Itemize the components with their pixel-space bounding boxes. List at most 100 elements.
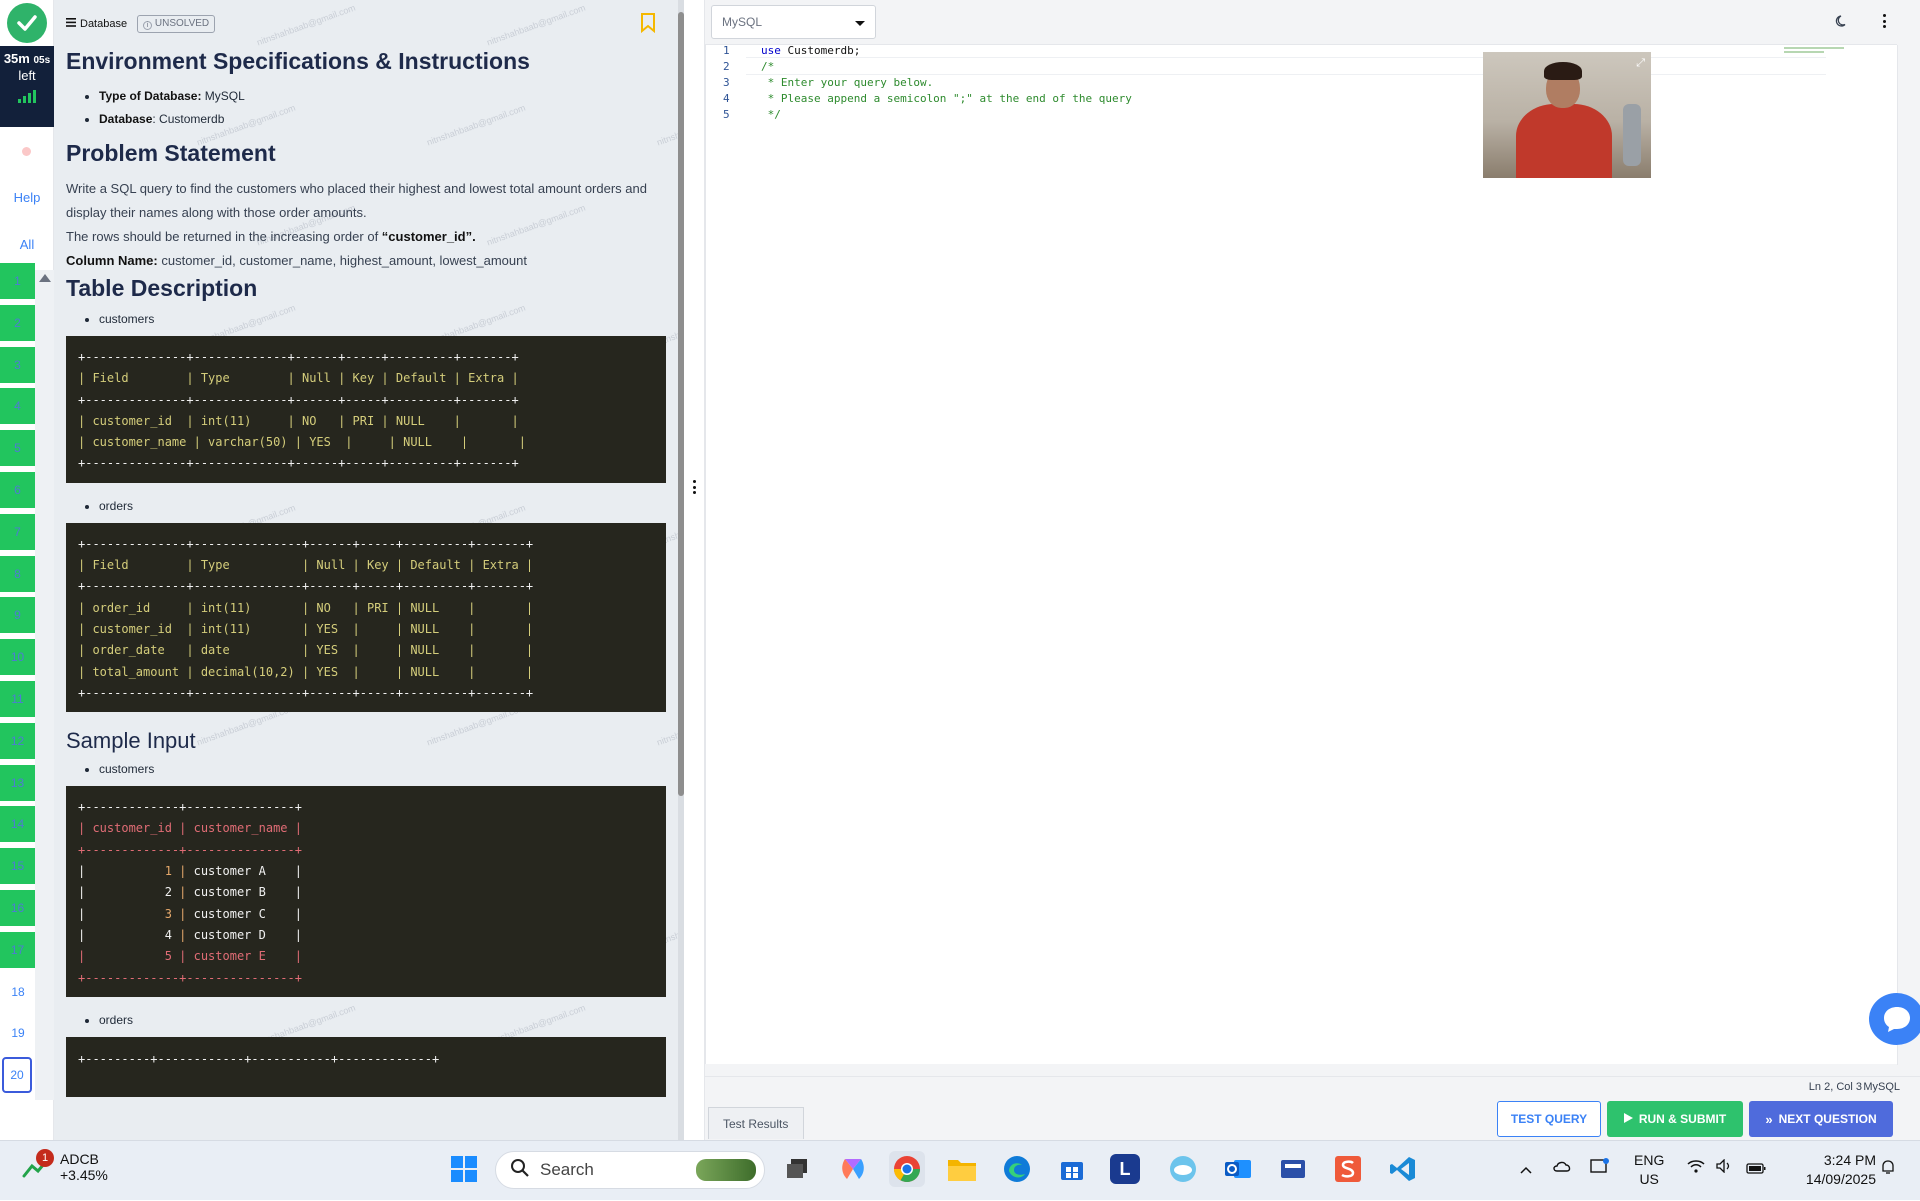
sample2-name: orders — [99, 1013, 666, 1027]
code-text: /* — [761, 60, 775, 73]
question-9-button[interactable]: 9 — [0, 597, 35, 634]
code-line[interactable]: 3 * Enter your query below. — [706, 75, 1898, 91]
edge-icon[interactable] — [999, 1151, 1035, 1187]
language-select[interactable]: MySQL — [711, 5, 876, 39]
panel-resize-handle[interactable] — [684, 0, 705, 1140]
question-2-button[interactable]: 2 — [0, 304, 35, 341]
question-8-button[interactable]: 8 — [0, 555, 35, 592]
cloud-app-icon[interactable] — [1165, 1151, 1201, 1187]
customers-schema-block: +--------------+-------------+------+---… — [66, 336, 666, 483]
question-12-button[interactable]: 12 — [0, 722, 35, 759]
category-label[interactable]: Database — [66, 18, 127, 30]
input-language[interactable]: ENG US — [1634, 1151, 1664, 1189]
onedrive-icon[interactable] — [1552, 1159, 1572, 1177]
taskbar-search[interactable]: Search — [495, 1151, 765, 1189]
outlook-icon[interactable] — [1220, 1151, 1256, 1187]
chrome-icon[interactable] — [889, 1151, 925, 1187]
question-4-button[interactable]: 4 — [0, 388, 35, 425]
copilot-icon[interactable] — [835, 1151, 871, 1187]
question-5-button[interactable]: 5 — [0, 430, 35, 467]
question-11-button[interactable]: 11 — [0, 681, 35, 717]
battery-icon[interactable] — [1746, 1161, 1766, 1179]
help-link[interactable]: Help — [0, 190, 54, 205]
question-7-button[interactable]: 7 — [0, 513, 35, 550]
sample-orders-border: +---------+------------+-----------+----… — [78, 1051, 440, 1066]
code-line[interactable]: 1 use Customerdb; — [706, 43, 1898, 59]
rail-scrollbar[interactable] — [35, 270, 54, 1100]
signal-bars-icon — [18, 89, 36, 103]
scanner-app-icon[interactable] — [1275, 1151, 1311, 1187]
stock-name: ADCB — [60, 1151, 99, 1167]
question-19-button[interactable]: 19 — [0, 1015, 36, 1051]
question-20-button[interactable]: 20 — [2, 1057, 32, 1094]
menu-icon — [66, 18, 76, 30]
line-number: 3 — [723, 76, 730, 89]
question-10-button[interactable]: 10 — [0, 639, 35, 676]
stock-widget[interactable]: 1 ADCB +3.45% — [22, 1149, 108, 1183]
store-icon[interactable] — [1054, 1151, 1090, 1187]
table2-name: orders — [99, 499, 666, 513]
taskbar-clock[interactable]: 3:24 PM 14/09/2025 — [1788, 1151, 1876, 1189]
question-1-button[interactable]: 1 — [0, 263, 35, 299]
test-query-button[interactable]: TEST QUERY — [1497, 1101, 1601, 1137]
table-desc-title: Table Description — [66, 275, 258, 301]
webcam-bottle — [1623, 104, 1641, 166]
problem-title: Problem Statement — [66, 140, 276, 166]
sample-border: +-------------+---------------+ — [78, 842, 302, 857]
code-text: * Enter your query below. — [761, 76, 934, 89]
drag-grip-icon[interactable] — [693, 480, 696, 494]
vscode-icon[interactable] — [1385, 1151, 1421, 1187]
schema-line: +--------------+-------------+------+---… — [78, 350, 519, 364]
more-options-icon[interactable] — [1883, 14, 1887, 28]
l-app-icon[interactable]: L — [1110, 1154, 1140, 1184]
dark-mode-moon-icon[interactable] — [1835, 14, 1849, 33]
sample-row: | 3 | customer C | — [78, 906, 302, 921]
notification-tray-icon[interactable] — [1590, 1157, 1610, 1180]
run-submit-button[interactable]: RUN & SUBMIT — [1607, 1101, 1743, 1137]
sample-header: | customer_id | customer_name | — [78, 821, 302, 836]
question-6-button[interactable]: 6 — [0, 472, 35, 508]
code-minimap[interactable] — [1784, 45, 1898, 59]
all-questions-link[interactable]: All — [0, 237, 54, 252]
sample-row: | 1 | customer A | — [78, 864, 302, 879]
volume-icon[interactable] — [1716, 1158, 1732, 1178]
file-explorer-icon[interactable] — [944, 1151, 980, 1187]
editor-area: MySQL 1 use Customerdb; 2 /* 3 * Enter your … — [705, 0, 1920, 1140]
test-results-tab[interactable]: Test Results — [708, 1107, 804, 1139]
question-18-button[interactable]: 18 — [0, 974, 36, 1010]
windows-start-icon[interactable] — [446, 1151, 482, 1187]
scroll-up-arrow-icon[interactable] — [38, 274, 51, 282]
question-17-button[interactable]: 17 — [0, 931, 35, 968]
sample-border: +-------------+---------------+ — [78, 970, 302, 985]
editor-ruler — [1897, 45, 1898, 1065]
chat-bubble-icon[interactable] — [1869, 993, 1920, 1045]
clock-time: 3:24 PM — [1823, 1152, 1876, 1168]
question-3-button[interactable]: 3 — [0, 346, 35, 383]
question-15-button[interactable]: 15 — [0, 848, 35, 885]
next-question-button[interactable]: » NEXT QUESTION — [1749, 1101, 1893, 1137]
notification-bell-icon[interactable] — [1880, 1159, 1896, 1180]
tray-overflow-chevron-icon[interactable] — [1520, 1161, 1532, 1179]
bookmark-icon[interactable] — [640, 13, 656, 38]
watermark-text: nitnshahbaab@gmail.com — [255, 2, 357, 48]
webcam-preview[interactable]: ⤢ — [1483, 52, 1651, 178]
code-line[interactable]: 4 * Please append a semicolon ";" at the… — [706, 91, 1898, 107]
question-16-button[interactable]: 16 — [0, 890, 35, 926]
expand-icon[interactable]: ⤢ — [1636, 57, 1645, 70]
s-app-icon[interactable] — [1330, 1151, 1366, 1187]
code-line[interactable]: 5 */ — [706, 107, 1898, 123]
question-14-button[interactable]: 14 — [0, 806, 35, 843]
code-text: use Customerdb; — [761, 44, 861, 57]
chevron-down-icon — [855, 21, 865, 26]
code-line[interactable]: 2 /* — [706, 59, 1898, 75]
question-13-button[interactable]: 13 — [0, 764, 35, 801]
clock-date: 14/09/2025 — [1805, 1171, 1876, 1187]
schema-line: +--------------+---------------+------+-… — [78, 579, 534, 594]
schema-line: | order_date | date | YES | | NULL | | — [78, 643, 534, 658]
task-view-icon[interactable] — [779, 1151, 815, 1187]
code-editor[interactable]: 1 use Customerdb; 2 /* 3 * Enter your query … — [705, 43, 1898, 1065]
wifi-icon[interactable] — [1687, 1159, 1705, 1178]
schema-line: | total_amount | decimal(10,2) | YES | |… — [78, 664, 534, 679]
countdown-timer: 35m 05s left — [0, 46, 54, 127]
problem-content: Environment Specifications & Instruction… — [66, 48, 666, 1113]
